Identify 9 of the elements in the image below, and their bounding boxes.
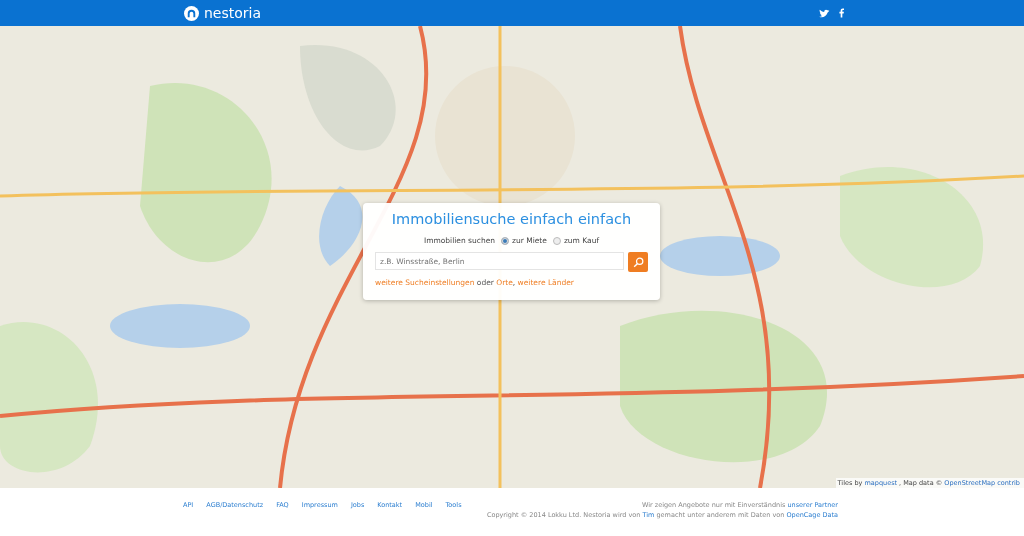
search-icon xyxy=(632,256,644,268)
facebook-icon[interactable] xyxy=(839,8,844,18)
radio-icon[interactable] xyxy=(552,236,561,245)
search-title: Immobiliensuche einfach einfach xyxy=(391,211,632,227)
logo-icon xyxy=(184,5,199,21)
logo-text[interactable]: nestoria xyxy=(204,5,262,21)
radio-icon[interactable] xyxy=(501,236,509,245)
search-button[interactable] xyxy=(628,252,648,272)
bird-icon[interactable] xyxy=(819,8,830,18)
